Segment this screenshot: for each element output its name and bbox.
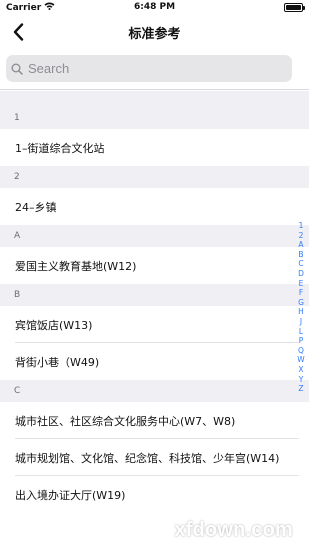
section-header: 2 [0,166,309,188]
page-title: 标准参考 [128,27,181,42]
list-item[interactable]: 出入境办证大厅(W19) [0,476,309,513]
section-header: A [0,225,309,247]
index-letter[interactable]: E [299,279,304,289]
battery-icon [284,3,305,12]
search-input[interactable] [28,61,278,76]
list-item[interactable]: 1–街道综合文化站 [0,129,309,166]
list-item[interactable]: 城市规划馆、文化馆、纪念馆、科技馆、少年宫(W14) [0,439,309,476]
section-header: 1 [0,107,309,129]
index-letter[interactable]: L [299,327,303,337]
index-letter[interactable]: D [298,269,304,279]
section-header: B [0,284,309,306]
reference-list[interactable]: 1 1–街道综合文化站 2 24–乡镇 A 爱国主义教育基地(W12) B 宾馆… [0,91,309,550]
index-letter[interactable]: Z [298,384,303,394]
search-icon [11,63,23,75]
index-letter[interactable]: G [298,298,304,308]
index-letter[interactable]: X [298,365,303,375]
section-header: C [0,380,309,402]
index-letter[interactable]: 1 [299,221,304,231]
index-letter[interactable]: F [299,288,303,298]
index-letter[interactable]: C [298,259,303,269]
search-box[interactable] [6,55,292,82]
index-letter[interactable]: J [300,317,302,327]
list-item[interactable]: 城市社区、社区综合文化服务中心(W7、W8) [0,402,309,439]
index-letter[interactable]: 2 [299,231,304,241]
index-letter[interactable]: P [299,336,304,346]
section-index-bar[interactable]: 1 2 A B C D E F G H J L P Q W X Y Z [295,221,307,394]
list-item[interactable]: 24–乡镇 [0,188,309,225]
list-top-spacer [0,91,309,107]
index-letter[interactable]: A [298,240,303,250]
index-letter[interactable]: Y [299,375,304,385]
list-item[interactable]: 背街小巷（W49) [0,343,309,380]
list-item[interactable]: 爱国主义教育基地(W12) [0,247,309,284]
search-area [0,50,309,90]
list-item[interactable]: 宾馆饭店(W13) [0,306,309,343]
navigation-bar: 标准参考 [0,14,309,50]
index-letter[interactable]: W [297,355,304,365]
watermark: xfdown.com [174,519,293,541]
status-time: 6:48 PM [133,2,176,12]
index-letter[interactable]: H [298,307,304,317]
index-letter[interactable]: Q [298,346,304,356]
status-bar: Carrier 6:48 PM [0,0,309,14]
index-letter[interactable]: B [298,250,303,260]
